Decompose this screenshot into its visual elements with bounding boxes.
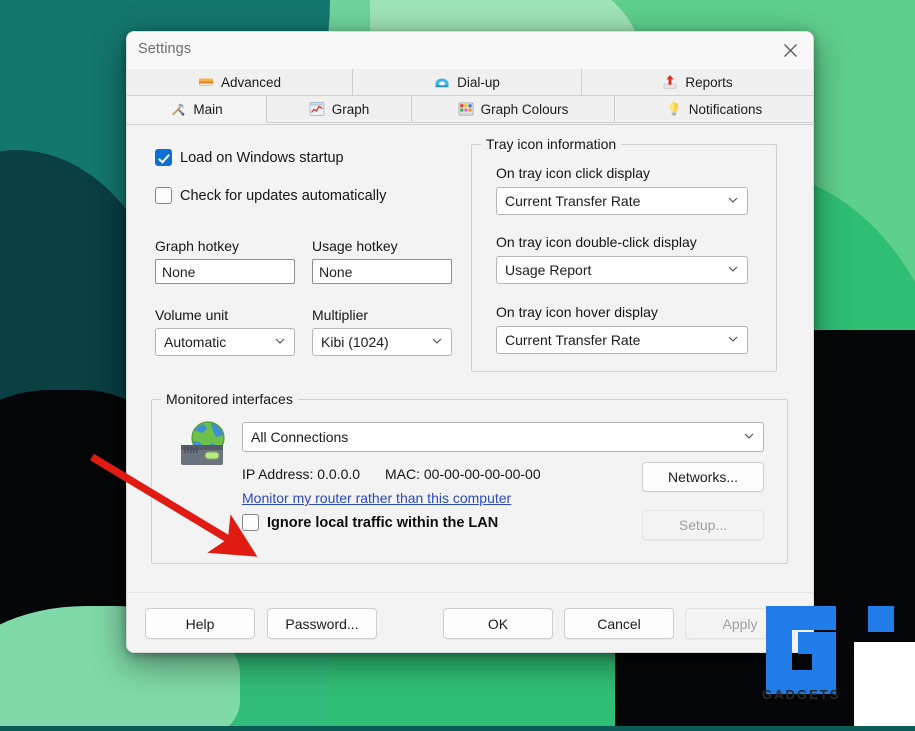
dialog-footer: Help Password... OK Cancel Apply [127,592,813,652]
monitored-interfaces-group: Monitored interfaces All Connections IP … [151,391,788,564]
chevron-down-icon [728,336,738,342]
multiplier-select[interactable]: Kibi (1024) [312,328,452,356]
title-bar: Settings [127,32,813,69]
tab-graph-colours[interactable]: Graph Colours [412,96,615,123]
ignore-lan-checkbox[interactable] [242,514,259,531]
tab-strip: Advanced Dial-up Reports Main Graph Grap… [127,69,813,125]
ignore-lan-label: Ignore local traffic within the LAN [267,514,499,531]
multiplier-value: Kibi (1024) [321,334,389,350]
chevron-down-icon [744,433,754,439]
close-button[interactable] [767,32,813,69]
tab-dialup-label: Dial-up [457,74,500,90]
volume-unit-select[interactable]: Automatic [155,328,295,356]
close-icon [783,44,797,57]
line-chart-icon [309,101,325,117]
tray-hover-label: On tray icon hover display [496,304,658,320]
tray-icon-group-title: Tray icon information [481,136,622,152]
load-on-startup-checkbox[interactable] [155,149,172,166]
chevron-down-icon [275,338,285,344]
tab-graph-colours-label: Graph Colours [480,101,569,117]
graph-hotkey-input[interactable]: None [155,259,295,284]
ok-button[interactable]: OK [443,608,553,639]
tab-notifications-label: Notifications [688,101,763,117]
connection-select[interactable]: All Connections [242,422,764,452]
tab-reports-label: Reports [685,74,733,90]
apply-button[interactable]: Apply [685,608,795,639]
networks-button[interactable]: Networks... [642,462,764,492]
tab-notifications[interactable]: Notifications [615,96,813,123]
check-updates-row[interactable]: Check for updates automatically [155,187,386,204]
tray-click-value: Current Transfer Rate [505,193,641,209]
check-updates-checkbox[interactable] [155,187,172,204]
tab-row-bottom: Main Graph Graph Colours Notifications [127,96,813,123]
lightbulb-icon [666,101,682,117]
help-button[interactable]: Help [145,608,255,639]
password-button[interactable]: Password... [267,608,377,639]
tray-click-label: On tray icon click display [496,165,651,181]
tray-double-click-select[interactable]: Usage Report [496,256,748,284]
ignore-lan-row[interactable]: Ignore local traffic within the LAN [242,514,498,531]
chevron-down-icon [728,197,738,203]
tab-reports[interactable]: Reports [582,69,813,96]
tray-double-click-value: Usage Report [505,262,592,278]
monitor-router-link[interactable]: Monitor my router rather than this compu… [242,490,511,506]
telephone-icon [434,74,450,90]
tab-main[interactable]: Main [127,96,267,123]
connection-value: All Connections [251,429,349,445]
volume-unit-value: Automatic [164,334,227,350]
tray-hover-value: Current Transfer Rate [505,332,641,348]
tray-double-click-label: On tray icon double-click display [496,234,697,250]
volume-unit-label: Volume unit [155,307,229,323]
ip-address-text: IP Address: 0.0.0.0 [242,466,361,482]
tab-row-top: Advanced Dial-up Reports [127,69,813,96]
cancel-button[interactable]: Cancel [564,608,674,639]
graph-hotkey-label: Graph hotkey [155,238,240,254]
tray-icon-group: Tray icon information On tray icon click… [471,136,777,372]
setup-button[interactable]: Setup... [642,510,764,540]
usage-hotkey-input[interactable]: None [312,259,452,284]
tools-icon [170,101,186,117]
usage-hotkey-label: Usage hotkey [312,238,398,254]
tab-advanced-label: Advanced [220,74,282,90]
upload-arrow-icon [662,74,678,90]
chevron-down-icon [728,266,738,272]
load-on-startup-label: Load on Windows startup [180,149,344,166]
tab-dialup[interactable]: Dial-up [353,69,582,96]
tab-advanced[interactable]: Advanced [127,69,353,96]
mac-address-text: MAC: 00-00-00-00-00-00 [385,466,541,482]
advanced-icon [198,74,214,90]
settings-dialog: Settings Advanced Dial-up Reports Main G… [126,31,814,653]
globe-network-adapter-icon [178,419,232,474]
window-title: Settings [138,41,192,57]
tray-click-select[interactable]: Current Transfer Rate [496,187,748,215]
tab-graph[interactable]: Graph [267,96,412,123]
tab-graph-label: Graph [331,101,370,117]
chevron-down-icon [432,338,442,344]
load-on-startup-row[interactable]: Load on Windows startup [155,149,344,166]
check-updates-label: Check for updates automatically [180,187,387,204]
multiplier-label: Multiplier [312,307,369,323]
monitored-interfaces-group-title: Monitored interfaces [161,391,298,407]
color-palette-icon [458,101,474,117]
tray-hover-select[interactable]: Current Transfer Rate [496,326,748,354]
dialog-body: Load on Windows startup Check for update… [127,125,813,652]
tab-main-label: Main [193,101,223,117]
